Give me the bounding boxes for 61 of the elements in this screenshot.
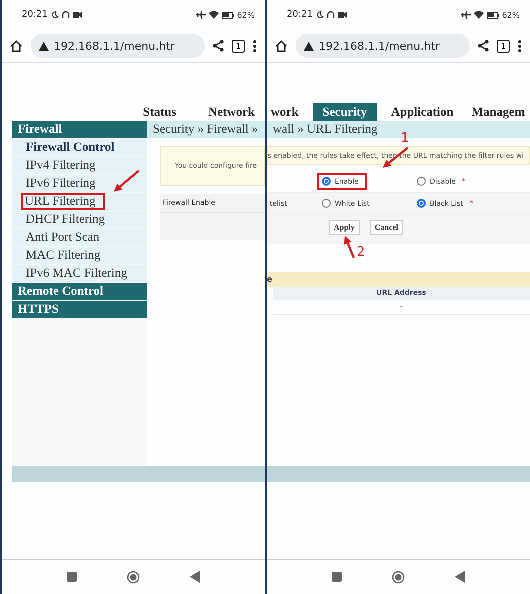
back-icon[interactable] (455, 571, 465, 583)
nav-tab[interactable]: Managem (468, 103, 530, 121)
more-icon[interactable] (518, 40, 522, 52)
video-camera-icon (72, 12, 82, 18)
tab-count-button[interactable]: 1 (497, 40, 510, 52)
sidebar-item[interactable]: IPv6 Filtering (12, 175, 147, 192)
more-icon[interactable] (253, 40, 257, 52)
share-icon[interactable] (213, 40, 224, 52)
breadcrumb: Security » Firewall » (147, 121, 265, 138)
form-button[interactable]: Cancel (370, 220, 404, 235)
annotation-number: 1 (401, 131, 410, 146)
sidebar-item[interactable]: Anti Port Scan (12, 229, 147, 246)
airplane-icon (461, 11, 472, 19)
sidebar-item[interactable]: URL Filtering (12, 193, 147, 210)
battery-percent: 62% (502, 10, 520, 20)
wifi-icon (209, 11, 220, 19)
nav-tab[interactable]: Application (387, 103, 458, 121)
address-bar[interactable]: 192.168.1.1/menu.htr (31, 34, 205, 58)
sidebar-group[interactable]: Firewall (12, 121, 147, 138)
battery-icon (222, 12, 234, 18)
annotation-number: 2 (357, 245, 366, 260)
nav-tab[interactable]: Security (312, 103, 378, 121)
section-header: e (267, 272, 530, 287)
highlight-box: URL Filtering (22, 194, 104, 209)
video-camera-icon (338, 12, 347, 18)
battery-percent: 62% (237, 10, 255, 20)
sidebar-item[interactable]: MAC Filtering (12, 247, 147, 264)
moon-icon (50, 11, 59, 19)
annotation-arrow (114, 170, 140, 192)
sidebar-item[interactable]: IPv6 MAC Filtering (12, 265, 147, 282)
home-icon[interactable] (275, 40, 288, 52)
back-icon[interactable] (190, 571, 200, 583)
nav-tab[interactable]: Network (204, 103, 259, 121)
headphones-icon (326, 11, 335, 19)
warning-icon (39, 42, 49, 50)
annotation-arrow (383, 147, 409, 168)
home-button-icon[interactable] (127, 570, 140, 584)
tab-count-button[interactable]: 1 (232, 40, 245, 52)
address-bar[interactable]: 192.168.1.1/menu.htr (296, 34, 470, 58)
home-button-icon[interactable] (392, 570, 405, 584)
required-mark: * (469, 199, 474, 208)
home-icon[interactable] (10, 40, 23, 52)
share-icon[interactable] (478, 40, 489, 52)
headphones-icon (62, 11, 70, 19)
clock-time: 20:21 (22, 10, 48, 20)
wifi-icon (474, 11, 484, 19)
sidebar-item[interactable]: IPv4 Filtering (12, 157, 147, 174)
airplane-icon (196, 11, 206, 19)
sidebar-group[interactable]: HTTPS (12, 301, 147, 318)
warning-icon (304, 42, 314, 50)
nav-tab[interactable]: work (267, 103, 303, 121)
clock-time: 20:21 (287, 10, 313, 20)
required-mark: * (462, 177, 466, 186)
nav-tab[interactable]: Status (139, 103, 180, 121)
sidebar-item[interactable]: Firewall Control (12, 139, 147, 156)
sidebar-item[interactable]: DHCP Filtering (12, 211, 147, 228)
moon-icon (316, 11, 324, 19)
form-button[interactable]: Apply (329, 220, 360, 235)
sidebar-group[interactable]: Remote Control (12, 283, 147, 300)
battery-icon (487, 12, 500, 18)
annotation-arrow (344, 236, 356, 258)
